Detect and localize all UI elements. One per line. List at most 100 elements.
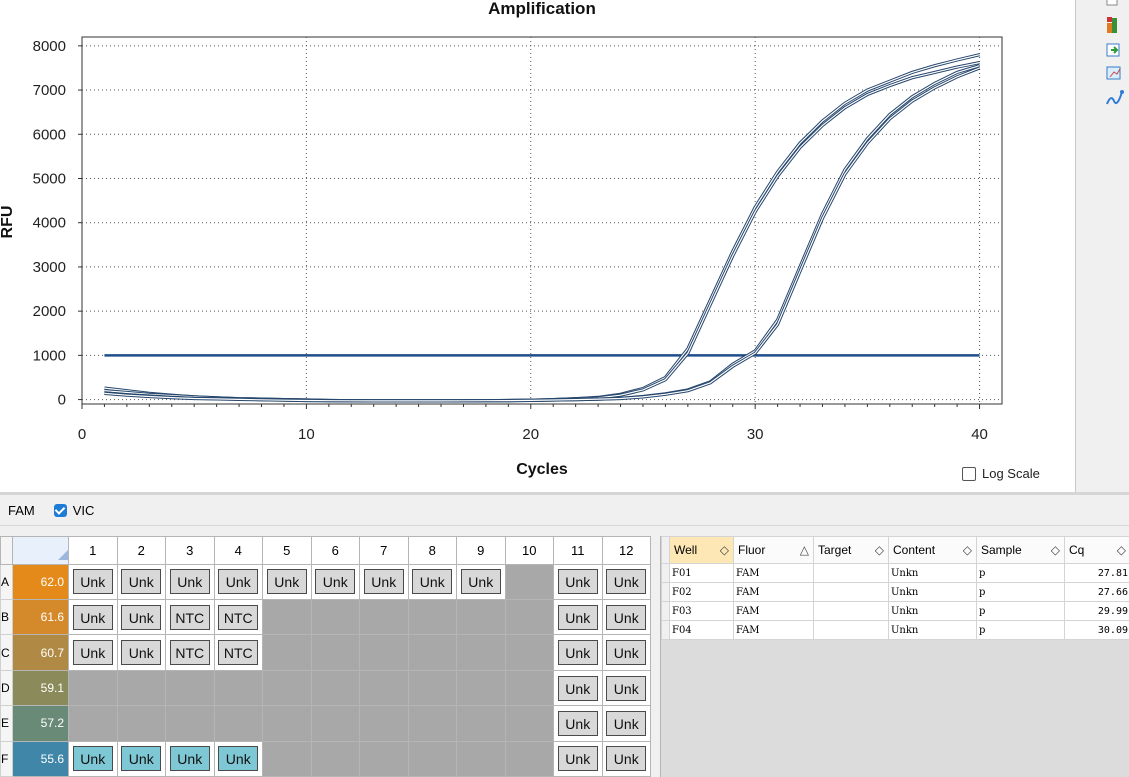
plate-well-A9[interactable]: Unk	[456, 563, 506, 601]
results-cell-fluor[interactable]: FAM	[733, 601, 814, 621]
plate-well-E11[interactable]: Unk	[553, 705, 603, 742]
fluor-vic-label[interactable]: VIC	[73, 503, 95, 518]
plate-select-all[interactable]	[12, 536, 69, 565]
results-header-cq[interactable]: Cq ◇	[1064, 536, 1129, 564]
results-cell-fluor[interactable]: FAM	[733, 620, 814, 640]
plate-well-E3[interactable]	[165, 705, 215, 742]
plate-column-header[interactable]: 3	[165, 536, 215, 565]
well-content-label[interactable]: Unk	[169, 746, 210, 772]
well-content-label[interactable]: Unk	[315, 569, 356, 595]
well-content-label[interactable]: NTC	[169, 640, 210, 666]
results-cell-sample[interactable]: p	[976, 620, 1065, 640]
plate-row-header[interactable]: B	[0, 599, 13, 636]
row-selector[interactable]	[661, 582, 670, 602]
results-cell-content[interactable]: Unkn	[888, 563, 977, 583]
copy-icon[interactable]	[1106, 0, 1118, 6]
plate-well-F3[interactable]: Unk	[165, 740, 215, 777]
plate-well-E7[interactable]	[359, 705, 409, 742]
results-cell-sample[interactable]: p	[976, 563, 1065, 583]
results-header-sample[interactable]: Sample ◇	[976, 536, 1065, 564]
row-selector[interactable]	[661, 563, 670, 583]
plate-well-B11[interactable]: Unk	[553, 599, 603, 636]
plate-column-header[interactable]: 12	[601, 536, 651, 565]
results-cell-content[interactable]: Unkn	[888, 601, 977, 621]
results-cell-well[interactable]: F01	[669, 563, 734, 583]
plate-column-header[interactable]: 9	[456, 536, 506, 565]
plate-column-header[interactable]: 7	[359, 536, 409, 565]
plate-well-A10[interactable]	[504, 563, 554, 601]
well-content-label[interactable]: Unk	[606, 675, 647, 701]
plate-well-C7[interactable]	[359, 634, 409, 671]
well-content-label[interactable]: Unk	[412, 569, 453, 595]
plate-well-D11[interactable]: Unk	[553, 669, 603, 707]
results-row[interactable]: F02 FAM Unkn p 27.66	[661, 582, 1129, 602]
plate-well-F11[interactable]: Unk	[553, 740, 603, 777]
sort-ascending-icon[interactable]: △	[800, 543, 809, 557]
results-cell-cq[interactable]: 27.81	[1064, 563, 1129, 583]
plate-well-A7[interactable]: Unk	[359, 563, 409, 601]
plate-well-F8[interactable]	[407, 740, 457, 777]
well-content-label[interactable]: Unk	[557, 640, 598, 666]
plate-well-A1[interactable]: Unk	[68, 563, 118, 601]
plate-well-D10[interactable]	[504, 669, 554, 707]
well-content-label[interactable]: Unk	[169, 569, 210, 595]
well-content-label[interactable]: Unk	[606, 569, 647, 595]
plate-well-C8[interactable]	[407, 634, 457, 671]
plate-row-header[interactable]: F	[0, 740, 13, 777]
results-header-well[interactable]: Well ◇	[669, 536, 734, 564]
plate-well-D7[interactable]	[359, 669, 409, 707]
plate-well-F7[interactable]	[359, 740, 409, 777]
well-content-label[interactable]: Unk	[557, 675, 598, 701]
plate-well-C4[interactable]: NTC	[213, 634, 263, 671]
plate-well-C12[interactable]: Unk	[601, 634, 651, 671]
plate-well-B2[interactable]: Unk	[116, 599, 166, 636]
plate-well-D9[interactable]	[456, 669, 506, 707]
results-cell-content[interactable]: Unkn	[888, 620, 977, 640]
plate-well-E5[interactable]	[262, 705, 312, 742]
well-content-label[interactable]: Unk	[218, 569, 259, 595]
plate-well-A4[interactable]: Unk	[213, 563, 263, 601]
plate-well-B5[interactable]	[262, 599, 312, 636]
plate-well-C9[interactable]	[456, 634, 506, 671]
well-content-label[interactable]: Unk	[266, 569, 307, 595]
results-cell-target[interactable]	[813, 601, 889, 621]
well-content-label[interactable]: NTC	[218, 640, 259, 666]
well-content-label[interactable]: Unk	[72, 569, 113, 595]
plate-well-D8[interactable]	[407, 669, 457, 707]
plate-row-header[interactable]: A	[0, 563, 13, 601]
plate-well-B3[interactable]: NTC	[165, 599, 215, 636]
plate-column-header[interactable]: 11	[553, 536, 603, 565]
sort-icon[interactable]: ◇	[963, 543, 972, 557]
plate-well-C11[interactable]: Unk	[553, 634, 603, 671]
plate-well-E8[interactable]	[407, 705, 457, 742]
well-content-label[interactable]: NTC	[218, 604, 259, 630]
results-cell-target[interactable]	[813, 563, 889, 583]
plate-well-A2[interactable]: Unk	[116, 563, 166, 601]
results-row[interactable]: F03 FAM Unkn p 29.99	[661, 601, 1129, 621]
plate-well-F1[interactable]: Unk	[68, 740, 118, 777]
well-content-label[interactable]: Unk	[121, 604, 162, 630]
plate-well-D5[interactable]	[262, 669, 312, 707]
results-row[interactable]: F04 FAM Unkn p 30.09	[661, 620, 1129, 640]
row-selector[interactable]	[661, 620, 670, 640]
zoom-chart-icon[interactable]	[1106, 66, 1121, 80]
plate-well-F9[interactable]	[456, 740, 506, 777]
plate-well-D1[interactable]	[68, 669, 118, 707]
plate-well-E4[interactable]	[213, 705, 263, 742]
plate-well-A6[interactable]: Unk	[310, 563, 360, 601]
plate-well-A8[interactable]: Unk	[407, 563, 457, 601]
well-content-label[interactable]: NTC	[169, 604, 210, 630]
well-content-label[interactable]: Unk	[72, 640, 113, 666]
results-cell-well[interactable]: F04	[669, 620, 734, 640]
plate-well-D3[interactable]	[165, 669, 215, 707]
log-scale-checkbox[interactable]	[962, 466, 976, 481]
well-content-label[interactable]: Unk	[606, 640, 647, 666]
plate-well-F12[interactable]: Unk	[601, 740, 651, 777]
plate-well-A11[interactable]: Unk	[553, 563, 603, 601]
plate-row-header[interactable]: E	[0, 705, 13, 742]
well-content-label[interactable]: Unk	[121, 569, 162, 595]
plate-well-D4[interactable]	[213, 669, 263, 707]
plate-well-F6[interactable]	[310, 740, 360, 777]
plate-well-A3[interactable]: Unk	[165, 563, 215, 601]
plate-well-C3[interactable]: NTC	[165, 634, 215, 671]
